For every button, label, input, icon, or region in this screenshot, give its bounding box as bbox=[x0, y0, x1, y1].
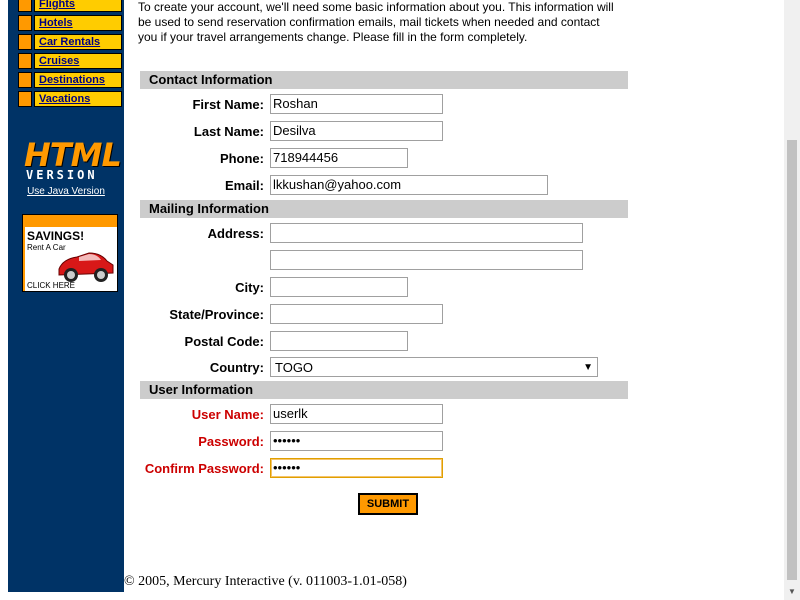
last-name-row: Last Name: Desilva bbox=[138, 120, 443, 142]
last-name-input[interactable]: Desilva bbox=[270, 121, 443, 141]
left-sidebar: Flights Hotels Car Rentals Cruises Desti… bbox=[8, 0, 124, 592]
confirm-password-input[interactable]: •••••• bbox=[270, 458, 443, 478]
submit-button[interactable]: SUBMIT bbox=[358, 493, 418, 515]
nav-link-flights[interactable]: Flights bbox=[34, 0, 122, 12]
city-input[interactable] bbox=[270, 277, 408, 297]
password-input[interactable]: •••••• bbox=[270, 431, 443, 451]
scroll-down-arrow-icon[interactable]: ▼ bbox=[788, 587, 796, 596]
nav-link-cruises[interactable]: Cruises bbox=[34, 53, 122, 69]
postal-label: Postal Code: bbox=[184, 333, 264, 349]
scrollbar-thumb[interactable] bbox=[787, 140, 797, 580]
confirm-password-label: Confirm Password: bbox=[144, 460, 264, 476]
nav-item-car-rentals: Car Rentals bbox=[18, 34, 122, 53]
nav-bullet-icon bbox=[18, 34, 32, 50]
address-line2-input[interactable] bbox=[270, 250, 583, 270]
email-row: Email: lkkushan@yahoo.com bbox=[138, 174, 548, 196]
nav-list: Flights Hotels Car Rentals Cruises Desti… bbox=[18, 0, 122, 110]
footer-copyright: © 2005, Mercury Interactive (v. 011003-1… bbox=[124, 574, 407, 589]
password-row: Password: •••••• bbox=[138, 430, 443, 452]
address-row: Address: bbox=[138, 222, 583, 244]
intro-text: To create your account, we'll need some … bbox=[138, 0, 614, 44]
vertical-scrollbar[interactable]: ▼ bbox=[784, 0, 800, 600]
country-label: Country: bbox=[209, 359, 264, 375]
savings-ad-cta: CLICK HERE bbox=[27, 281, 76, 290]
nav-bullet-icon bbox=[18, 91, 32, 107]
confirm-password-row: Confirm Password: •••••• bbox=[138, 457, 443, 479]
user-section-header: User Information bbox=[140, 381, 628, 399]
nav-item-flights: Flights bbox=[18, 0, 122, 15]
nav-bullet-icon bbox=[18, 15, 32, 31]
city-label: City: bbox=[235, 279, 264, 295]
country-select[interactable]: TOGO ▼ bbox=[270, 357, 598, 377]
savings-ad-banner[interactable]: SAVINGS! Rent A Car CLICK HERE bbox=[22, 214, 118, 292]
email-input[interactable]: lkkushan@yahoo.com bbox=[270, 175, 548, 195]
first-name-label: First Name: bbox=[192, 96, 264, 112]
postal-input[interactable] bbox=[270, 331, 408, 351]
nav-item-hotels: Hotels bbox=[18, 15, 122, 34]
savings-ad-title: SAVINGS! bbox=[27, 229, 85, 243]
phone-input[interactable]: 718944456 bbox=[270, 148, 408, 168]
first-name-input[interactable]: Roshan bbox=[270, 94, 443, 114]
version-logo-text: VERSION bbox=[26, 168, 98, 182]
state-label: State/Province: bbox=[169, 306, 264, 322]
country-select-value: TOGO bbox=[275, 359, 314, 375]
first-name-row: First Name: Roshan bbox=[138, 93, 443, 115]
postal-row: Postal Code: bbox=[138, 330, 408, 352]
address-line2-row bbox=[138, 249, 583, 271]
chevron-down-icon[interactable]: ▼ bbox=[583, 362, 593, 373]
phone-row: Phone: 718944456 bbox=[138, 147, 408, 169]
nav-link-destinations[interactable]: Destinations bbox=[34, 72, 122, 88]
nav-bullet-icon bbox=[18, 53, 32, 69]
email-label: Email: bbox=[224, 177, 264, 193]
nav-link-hotels[interactable]: Hotels bbox=[34, 15, 122, 31]
red-car-icon bbox=[58, 252, 114, 282]
username-row: User Name: userlk bbox=[138, 403, 443, 425]
nav-link-car-rentals[interactable]: Car Rentals bbox=[34, 34, 122, 50]
address-line1-input[interactable] bbox=[270, 223, 583, 243]
nav-link-vacations[interactable]: Vacations bbox=[34, 91, 122, 107]
html-version-logo: HTML VERSION bbox=[22, 130, 122, 186]
mailing-section-header: Mailing Information bbox=[140, 200, 628, 218]
city-row: City: bbox=[138, 276, 408, 298]
address-label: Address: bbox=[207, 225, 264, 241]
password-label: Password: bbox=[198, 433, 264, 449]
last-name-label: Last Name: bbox=[193, 123, 264, 139]
nav-item-cruises: Cruises bbox=[18, 53, 122, 72]
username-input[interactable]: userlk bbox=[270, 404, 443, 424]
nav-item-destinations: Destinations bbox=[18, 72, 122, 91]
nav-item-vacations: Vacations bbox=[18, 91, 122, 110]
state-row: State/Province: bbox=[138, 303, 443, 325]
country-row: Country: TOGO ▼ bbox=[138, 356, 598, 378]
phone-label: Phone: bbox=[219, 150, 264, 166]
contact-section-header: Contact Information bbox=[140, 71, 628, 89]
savings-ad-inner: SAVINGS! Rent A Car CLICK HERE bbox=[25, 227, 117, 291]
use-java-version-link[interactable]: Use Java Version bbox=[8, 186, 124, 197]
nav-bullet-icon bbox=[18, 72, 32, 88]
state-input[interactable] bbox=[270, 304, 443, 324]
username-label: User Name: bbox=[191, 406, 264, 422]
nav-bullet-icon bbox=[18, 0, 32, 12]
